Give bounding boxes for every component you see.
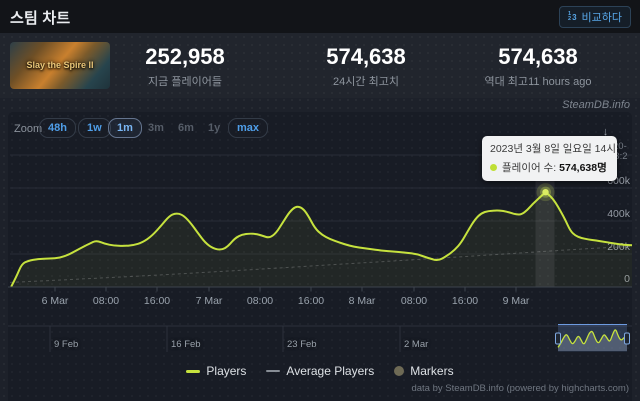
series-dot-icon xyxy=(490,164,497,171)
tooltip-value: 574,638명 xyxy=(559,162,607,174)
tooltip-date: 2023년 3월 8일 일요일 14시 xyxy=(490,143,617,155)
hovered-point-marker[interactable] xyxy=(542,188,549,196)
player-count-chart[interactable] xyxy=(0,0,640,401)
steamdb-charts-page: 스팀 차트 123 비교하다 Slay the Spire II 252,958… xyxy=(0,0,640,401)
tooltip-pointer xyxy=(536,173,550,180)
navigator-right-handle[interactable] xyxy=(624,332,630,345)
navigator-left-handle[interactable] xyxy=(555,332,561,345)
